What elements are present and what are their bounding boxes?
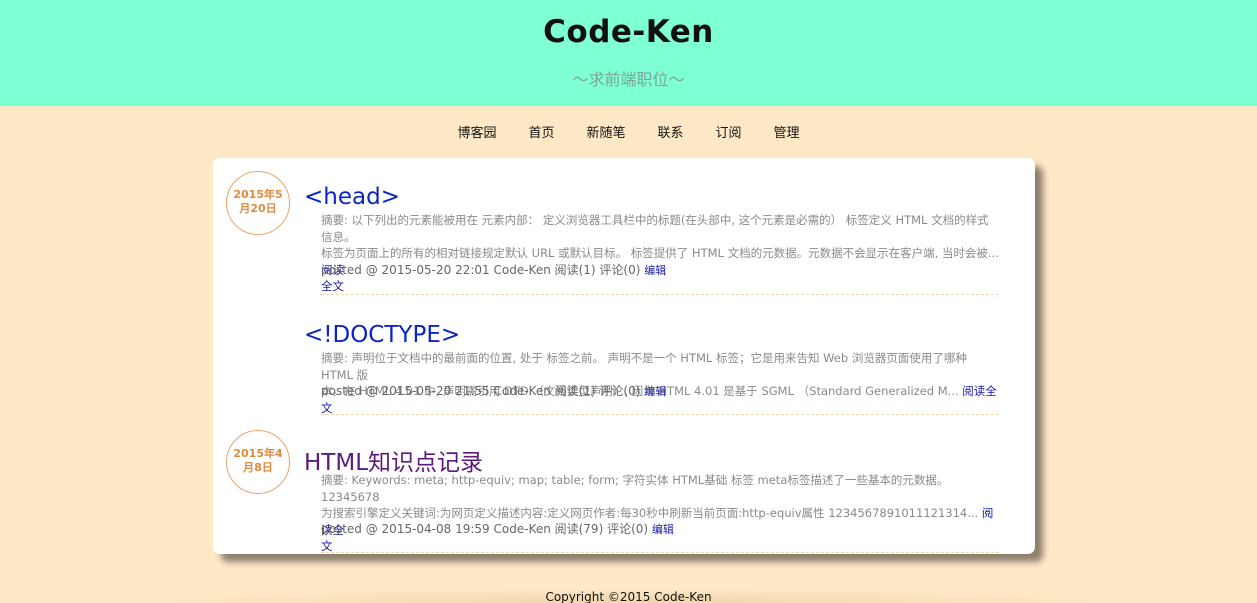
post-date-line: 2015年4 — [233, 447, 283, 460]
nav-item-contact[interactable]: 联系 — [658, 122, 684, 141]
site-title[interactable]: Code-Ken — [0, 14, 1257, 50]
nav-item-cnblogs[interactable]: 博客园 — [457, 122, 496, 141]
site-header: Code-Ken 〜求前端职位〜 — [0, 0, 1257, 106]
read-more-link-cont[interactable]: 文 — [321, 539, 333, 553]
nav-bar: 博客园 首页 新随笔 联系 订阅 管理 — [0, 122, 1257, 141]
post-divider — [321, 414, 999, 415]
edit-link[interactable]: 编辑 — [644, 264, 666, 277]
post-date-line: 月20日 — [239, 202, 277, 215]
post-title-link[interactable]: <head> — [304, 184, 400, 210]
post-meta: posted @ 2015-05-20 21:55 Code-Ken 阅读(1)… — [321, 382, 666, 399]
post-meta-text: posted @ 2015-05-20 22:01 Code-Ken 阅读(1)… — [321, 263, 641, 277]
read-more-link-cont[interactable]: 全文 — [321, 279, 344, 293]
post-date-line: 月8日 — [243, 461, 273, 474]
nav-item-admin[interactable]: 管理 — [774, 122, 800, 141]
post-meta-text: posted @ 2015-04-08 19:59 Code-Ken 阅读(79… — [321, 522, 649, 536]
post-summary-line: 标签为页面上的所有的相对链接规定默认 URL 或默认目标。 标签提供了 HTML… — [321, 246, 999, 260]
site-subtitle: 〜求前端职位〜 — [572, 70, 685, 89]
post-date-badge: 2015年4 月8日 — [226, 430, 290, 494]
post-meta: posted @ 2015-05-20 22:01 Code-Ken 阅读(1)… — [321, 261, 666, 278]
post-divider — [321, 552, 999, 553]
post-summary-line: 为搜索引擎定义关键词:为网页定义描述内容:定义网页作者:每30秒中刷新当前页面:… — [321, 506, 979, 520]
post-title-link[interactable]: <!DOCTYPE> — [304, 322, 460, 348]
nav-item-home[interactable]: 首页 — [528, 122, 554, 141]
post-summary: 摘要: 以下列出的元素能被用在 元素内部： 定义浏览器工具栏中的标题(在头部中,… — [321, 212, 999, 295]
post-date-line: 2015年5 — [233, 188, 283, 201]
nav-item-new-post[interactable]: 新随笔 — [586, 122, 625, 141]
post-summary-line: 摘要: 声明位于文档中的最前面的位置, 处于 标签之前。 声明不是一个 HTML… — [321, 351, 967, 382]
post-summary: 摘要: Keywords: meta; http-equiv; map; tab… — [321, 472, 999, 555]
post-meta: posted @ 2015-04-08 19:59 Code-Ken 阅读(79… — [321, 520, 674, 537]
post-summary-line: 摘要: Keywords: meta; http-equiv; map; tab… — [321, 473, 949, 504]
post-summary-line: 摘要: 以下列出的元素能被用在 元素内部： 定义浏览器工具栏中的标题(在头部中,… — [321, 213, 989, 244]
post-meta-text: posted @ 2015-05-20 21:55 Code-Ken 阅读(1)… — [321, 384, 641, 398]
edit-link[interactable]: 编辑 — [644, 385, 666, 398]
post-list-card: 2015年5 月20日 <head> 摘要: 以下列出的元素能被用在 元素内部：… — [213, 158, 1035, 554]
edit-link[interactable]: 编辑 — [652, 523, 674, 536]
post-date-badge: 2015年5 月20日 — [226, 171, 290, 235]
nav-item-subscribe[interactable]: 订阅 — [716, 122, 742, 141]
post-divider — [321, 294, 999, 295]
footer-copyright: Copyright ©2015 Code-Ken — [545, 590, 712, 603]
